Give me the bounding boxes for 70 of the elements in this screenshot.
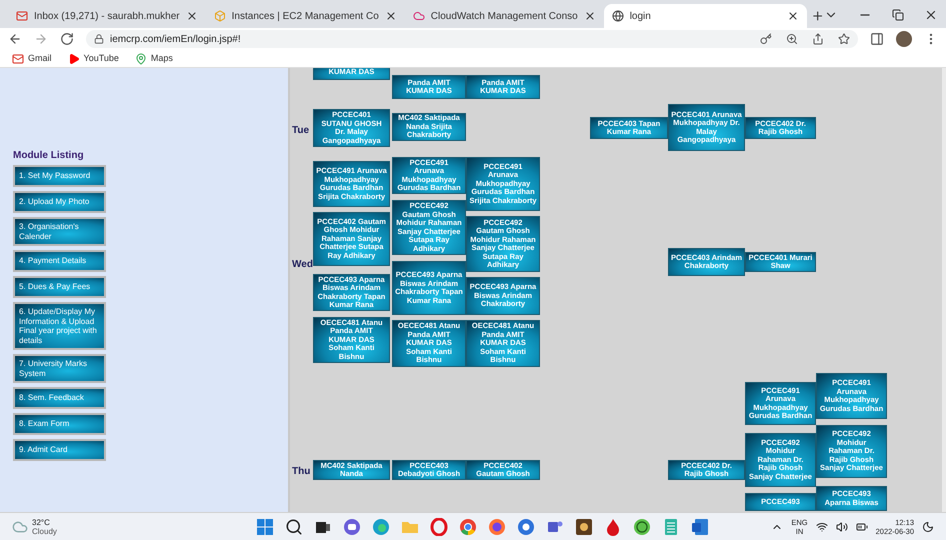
zoom-icon[interactable] (786, 33, 798, 45)
search-icon[interactable] (285, 518, 303, 536)
weather-text: Cloudy (32, 526, 57, 536)
address-bar[interactable]: iemcrp.com/iemEn/login.jsp#! (86, 30, 858, 48)
flame-icon[interactable] (604, 518, 622, 536)
volume-icon[interactable] (836, 520, 848, 532)
weather-widget[interactable]: 32°C Cloudy (12, 518, 212, 536)
share-icon[interactable] (812, 33, 824, 45)
module-button[interactable]: 9. Admit Card (13, 439, 106, 461)
globe-icon (612, 10, 624, 22)
close-icon[interactable] (924, 8, 938, 22)
close-icon[interactable] (384, 10, 397, 22)
edge-browser-icon[interactable] (372, 518, 390, 536)
lock-icon (94, 34, 104, 44)
tab-title: login (630, 10, 652, 24)
mail-icon (12, 52, 24, 64)
close-icon[interactable] (584, 10, 596, 22)
module-button[interactable]: 8. Exam Form (13, 413, 106, 435)
side-panel-icon[interactable] (870, 32, 884, 46)
temperature-text: 32°C (32, 518, 51, 526)
day-label: Wed (292, 258, 313, 272)
module-button[interactable]: 6. Update/Display My Information & Upload Final year project with details (13, 302, 106, 350)
bookmark-link[interactable]: Gmail (12, 52, 52, 66)
tab-title: Inbox (19,271) - saurabh.mukher (34, 10, 180, 24)
battery-icon[interactable] (856, 520, 868, 532)
browser-tab[interactable]: CloudWatch Management Conso (404, 4, 604, 28)
cloud-icon (12, 518, 28, 534)
bookmark-link[interactable]: Maps (134, 52, 173, 66)
firefox-icon[interactable] (488, 518, 506, 536)
word-icon[interactable] (691, 518, 709, 536)
notepad-icon[interactable] (662, 518, 680, 536)
url-text: iemcrp.com/iemEn/login.jsp#! (110, 32, 241, 46)
opera-icon[interactable] (430, 518, 448, 536)
browser-tab[interactable]: Instances | EC2 Management Co (206, 4, 405, 28)
tab-title: CloudWatch Management Conso (430, 10, 578, 24)
tab-title: Instances | EC2 Management Co (232, 10, 379, 24)
reload-icon[interactable] (60, 32, 74, 46)
mail-icon (16, 10, 28, 22)
map-pin-icon (134, 52, 147, 64)
browser-icon[interactable] (517, 518, 535, 536)
chrome-icon[interactable] (459, 518, 477, 536)
day-label: Thu (292, 465, 310, 479)
day-label: Tue (292, 124, 310, 138)
module-button[interactable]: 7. University Marks System (13, 354, 106, 383)
module-button[interactable]: 4. Payment Details (13, 250, 106, 272)
close-icon[interactable] (186, 10, 198, 22)
network-icon[interactable] (816, 520, 828, 532)
module-button[interactable]: 3. Organisation's Calender (13, 217, 106, 246)
chat-icon[interactable] (343, 518, 361, 536)
browser-tab[interactable]: Inbox (19,271) - saurabh.mukher (8, 4, 206, 28)
module-button[interactable]: 2. Upload My Photo (13, 191, 106, 213)
bookmark-star-icon[interactable] (838, 33, 850, 45)
cloud-icon (412, 10, 425, 22)
close-icon[interactable] (786, 10, 799, 22)
restore-icon[interactable] (892, 9, 904, 21)
module-button[interactable]: 1. Set My Password (13, 165, 106, 187)
module-listing-heading: Module Listing (13, 149, 84, 163)
windows-start-icon[interactable] (256, 518, 274, 536)
bookmark-link[interactable]: YouTube (68, 52, 119, 66)
module-button[interactable]: 5. Dues & Pay Fees (13, 276, 106, 298)
profile-avatar[interactable] (896, 31, 912, 47)
module-button[interactable]: 8. Sem. Feedback (13, 387, 106, 409)
key-icon[interactable] (760, 33, 772, 45)
play-icon (68, 52, 80, 64)
browser-tab[interactable]: login (604, 4, 807, 28)
back-icon[interactable] (8, 32, 22, 46)
app-icon[interactable] (575, 518, 593, 536)
circle-app-icon[interactable] (633, 518, 651, 536)
cube-icon (214, 10, 226, 22)
moon-icon[interactable] (922, 520, 934, 532)
